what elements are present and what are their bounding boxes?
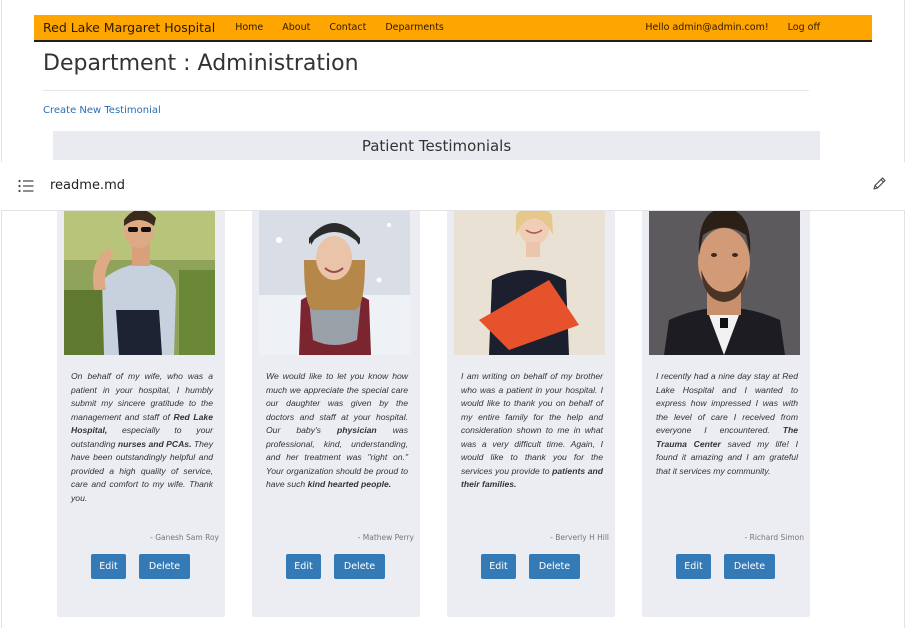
navbar-user-area: Hello admin@admin.com! Log off bbox=[645, 22, 820, 33]
testimonial-author: - Mathew Perry bbox=[357, 533, 414, 542]
edit-button[interactable]: Edit bbox=[481, 554, 516, 579]
logoff-link[interactable]: Log off bbox=[788, 22, 820, 33]
patient-photo bbox=[64, 200, 215, 355]
testimonial-quote: We would like to let you know how much w… bbox=[266, 371, 408, 489]
testimonial-author: - Berverly H Hill bbox=[550, 533, 609, 542]
edit-button[interactable]: Edit bbox=[91, 554, 126, 579]
patient-photo bbox=[259, 200, 410, 355]
testimonial-card: On behalf of my wife, who was a patient … bbox=[57, 200, 225, 617]
page-title: Department : Administration bbox=[43, 51, 359, 76]
title-divider bbox=[43, 90, 809, 91]
delete-button[interactable]: Delete bbox=[334, 554, 385, 579]
testimonial-quote: On behalf of my wife, who was a patient … bbox=[71, 371, 213, 503]
testimonial-quote: I am writing on behalf of my brother who… bbox=[461, 371, 603, 489]
delete-button[interactable]: Delete bbox=[529, 554, 580, 579]
pencil-icon[interactable] bbox=[871, 176, 887, 192]
section-title: Patient Testimonials bbox=[361, 136, 512, 155]
list-icon[interactable] bbox=[18, 179, 34, 193]
nav-link-about[interactable]: About bbox=[282, 22, 310, 33]
patient-photo bbox=[649, 200, 800, 355]
nav-link-home[interactable]: Home bbox=[235, 22, 263, 33]
delete-button[interactable]: Delete bbox=[724, 554, 775, 579]
testimonial-card: I am writing on behalf of my brother who… bbox=[447, 200, 615, 617]
testimonial-author: - Ganesh Sam Roy bbox=[150, 533, 219, 542]
edit-button[interactable]: Edit bbox=[286, 554, 321, 579]
brand-link[interactable]: Red Lake Margaret Hospital bbox=[43, 20, 215, 35]
nav-link-departments[interactable]: Deparments bbox=[385, 22, 444, 33]
patient-photo bbox=[454, 200, 605, 355]
testimonial-card: I recently had a nine day stay at Red La… bbox=[642, 200, 810, 617]
testimonial-card: We would like to let you know how much w… bbox=[252, 200, 420, 617]
testimonial-author: - Richard Simon bbox=[744, 533, 804, 542]
testimonial-quote: I recently had a nine day stay at Red La… bbox=[656, 371, 798, 476]
create-testimonial-link[interactable]: Create New Testimonial bbox=[43, 105, 161, 116]
nav-link-contact[interactable]: Contact bbox=[329, 22, 366, 33]
readme-filename[interactable]: readme.md bbox=[50, 178, 125, 193]
top-navbar: Red Lake Margaret Hospital Home About Co… bbox=[34, 15, 872, 42]
section-header: Patient Testimonials bbox=[53, 131, 820, 160]
readme-bar: readme.md bbox=[1, 162, 905, 211]
delete-button[interactable]: Delete bbox=[139, 554, 190, 579]
edit-button[interactable]: Edit bbox=[676, 554, 711, 579]
user-greeting-link[interactable]: Hello admin@admin.com! bbox=[645, 22, 768, 33]
